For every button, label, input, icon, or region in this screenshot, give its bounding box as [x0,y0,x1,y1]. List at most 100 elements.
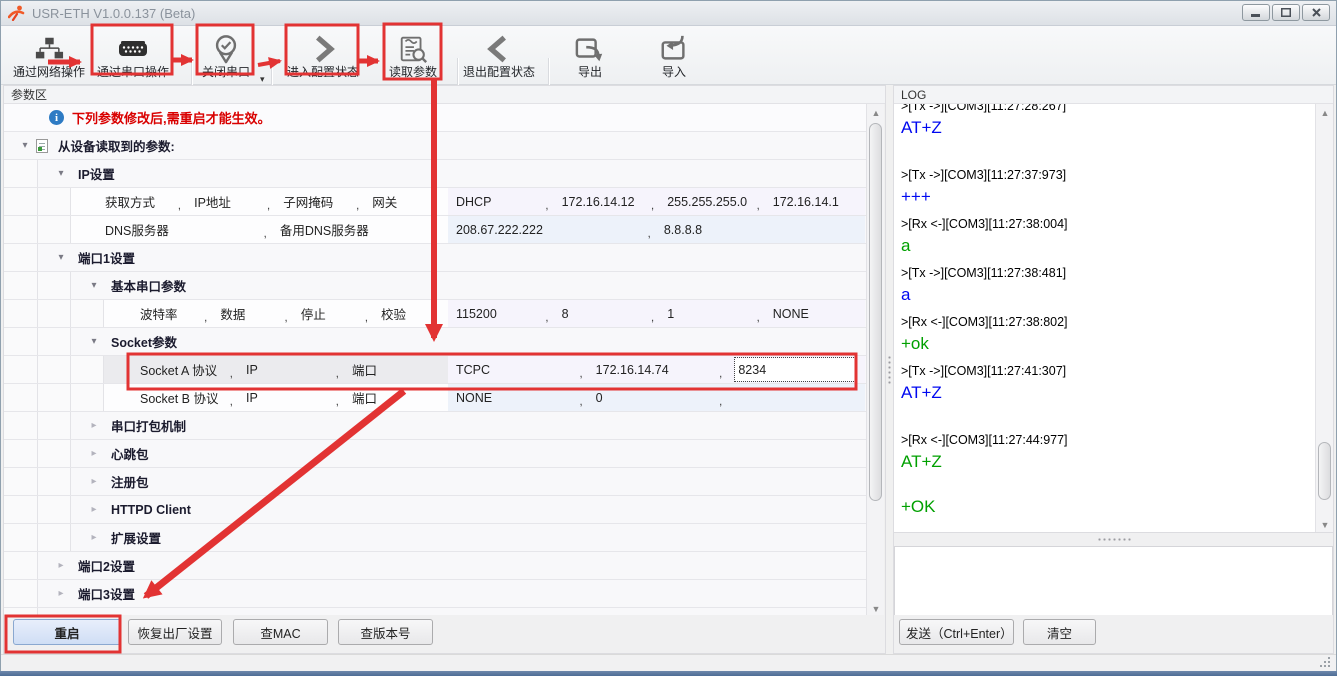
param-value[interactable]: 172.16.14.12 [562,188,651,215]
expander-open-icon[interactable]: ▾ [87,328,101,355]
separator-comma: , [651,310,654,327]
scroll-down-icon[interactable]: ▼ [1316,516,1333,533]
clear-button[interactable]: 清空 [1023,619,1096,645]
expander-closed-icon[interactable]: ▸ [87,412,101,439]
tree-section-基本串口参数[interactable]: ▾基本串口参数 [4,272,866,300]
tree-indent-guide [38,384,71,411]
scroll-up-icon[interactable]: ▲ [867,104,885,121]
param-label: DNS服务器 [105,216,264,243]
param-label: 校验 [381,300,445,327]
expander-closed-icon[interactable]: ▸ [87,496,101,523]
param-value[interactable]: 8 [562,300,651,327]
minimize-button[interactable] [1242,4,1270,21]
param-value[interactable]: DHCP [456,188,545,215]
expander-open-icon[interactable]: ▾ [54,244,68,271]
param-value[interactable]: NONE [773,300,862,327]
expander-closed-icon[interactable]: ▸ [87,468,101,495]
chevron-left-icon [485,32,513,65]
scroll-up-icon[interactable]: ▲ [1316,104,1333,121]
network-icon [34,32,64,65]
param-label: Socket B 协议 [140,384,230,411]
separator-comma: , [336,394,339,411]
log-rx-response: +OK [901,496,1311,518]
tree-section-IP设置[interactable]: ▾IP设置 [4,160,866,188]
tree-section-端口2设置[interactable]: ▸端口2设置 [4,552,866,580]
tree-section-串口打包机制[interactable]: ▸串口打包机制 [4,412,866,440]
param-labels: DNS服务器,备用DNS服务器 [71,216,448,243]
param-value[interactable]: 1 [667,300,756,327]
param-value[interactable]: 115200 [456,300,545,327]
param-row[interactable]: Socket A 协议,IP,端口TCPC,172.16.14.74,8234 [4,356,866,384]
tree-section-HTTPD Client[interactable]: ▸HTTPD Client [4,496,866,524]
log-rx-response: a [901,235,1311,257]
expander-open-icon[interactable]: ▾ [87,272,101,299]
param-value[interactable]: NONE [456,384,579,411]
expander-closed-icon[interactable]: ▸ [87,440,101,467]
param-value[interactable]: 172.16.14.1 [773,188,862,215]
toolbar-button-5[interactable]: 读取参数 [388,29,438,82]
toolbar-button-6[interactable]: 退出配置状态 [463,29,535,82]
statusbar [1,654,1336,671]
param-value[interactable]: 172.16.14.74 [596,356,719,383]
expander-closed-icon[interactable]: ▸ [87,524,101,551]
tree-section-Socket参数[interactable]: ▾Socket参数 [4,328,866,356]
expander-open-icon[interactable]: ▾ [54,160,68,187]
param-row[interactable]: 获取方式,IP地址,子网掩码,网关DHCP,172.16.14.12,255.2… [4,188,866,216]
separator-comma: , [756,198,759,215]
tree-indent-guide [38,440,71,467]
query-mac-button[interactable]: 查MAC [233,619,328,645]
toolbar-button-8[interactable]: 导入 [648,29,700,82]
param-value[interactable]: 8.8.8.8 [664,216,856,243]
tree-section-端口1设置[interactable]: ▾端口1设置 [4,244,866,272]
section-label: 注册包 [111,468,149,495]
panel-splitter[interactable] [886,85,893,654]
separator-comma: , [651,198,654,215]
param-value[interactable]: 0 [596,384,719,411]
scrollbar-thumb[interactable] [1318,442,1331,500]
param-value[interactable]: 208.67.222.222 [456,216,648,243]
splitter-grip-icon [888,355,891,385]
tree-indent-guide [38,300,71,327]
send-input[interactable] [894,546,1333,617]
toolbar-button-1[interactable]: 通过网络操作 [9,29,89,82]
restart-button[interactable]: 重启 [13,619,121,645]
toolbar-button-7[interactable]: 导出 [564,29,616,82]
tree-indent-guide [4,440,38,467]
expander-closed-icon[interactable]: ▸ [54,580,68,607]
tree-row-root[interactable]: ▾从设备读取到的参数: [4,132,866,160]
dropdown-caret-icon[interactable]: ▾ [260,74,265,85]
editing-value-cell[interactable]: 8234 [735,358,855,381]
param-labels: 波特率,数据,停止,校验 [104,300,448,327]
close-button[interactable] [1302,4,1330,21]
toolbar-button-2[interactable]: 通过串口操作 [95,29,171,82]
param-row[interactable]: DNS服务器,备用DNS服务器208.67.222.222,8.8.8.8 [4,216,866,244]
expander-open-icon[interactable]: ▾ [18,132,32,159]
toolbar-button-4[interactable]: 进入配置状态 [289,29,357,82]
query-version-button[interactable]: 查版本号 [338,619,433,645]
param-value[interactable]: 255.255.255.0 [667,188,756,215]
send-button[interactable]: 发送（Ctrl+Enter） [899,619,1014,645]
tree-section-端口3设置[interactable]: ▸端口3设置 [4,580,866,608]
log-input-splitter[interactable] [894,533,1333,546]
log-scrollbar[interactable]: ▲ ▼ [1315,104,1333,533]
toolbar-button-3[interactable]: 关闭串口 [200,29,252,82]
expander-closed-icon[interactable]: ▸ [54,552,68,579]
maximize-button[interactable] [1272,4,1300,21]
tree-section-扩展设置[interactable]: ▸ 扩展设置 [4,524,866,552]
scrollbar-thumb[interactable] [869,123,882,501]
section-label: 扩展设置 [111,524,161,551]
app-window: USR-ETH V1.0.0.137 (Beta) 通过网络操作通过串口操作关闭… [0,0,1337,676]
log-tx-command: a [901,284,1311,306]
param-value[interactable]: TCPC [456,356,579,383]
params-scrollbar[interactable]: ▲ ▼ [866,104,884,617]
param-value[interactable] [735,384,858,411]
param-row[interactable]: Socket B 协议,IP,端口NONE,0, [4,384,866,412]
log-output[interactable]: >[Tx ->][COM3][11:27:28:267]AT+Z>[Tx ->]… [894,104,1333,533]
tree-section-注册包[interactable]: ▸ 注册包 [4,468,866,496]
tree-indent-guide [38,468,71,495]
toolbar-button-label: 进入配置状态 [287,65,359,80]
tree-section-心跳包[interactable]: ▸心跳包 [4,440,866,468]
resize-grip-icon[interactable] [1319,656,1332,669]
param-row[interactable]: 波特率,数据,停止,校验115200,8,1,NONE [4,300,866,328]
factory-reset-button[interactable]: 恢复出厂设置 [128,619,222,645]
